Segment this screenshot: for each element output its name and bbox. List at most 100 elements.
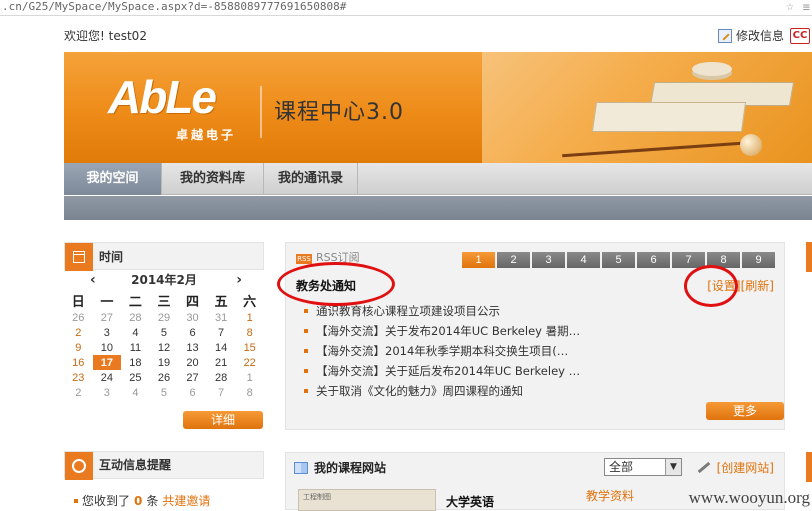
calendar-day[interactable]: 5 — [150, 325, 179, 340]
calendar-day[interactable]: 17 — [93, 355, 122, 370]
calendar-day[interactable]: 1 — [235, 370, 264, 385]
rss-label-text: RSS订阅 — [316, 251, 360, 264]
calendar-day[interactable]: 3 — [93, 325, 122, 340]
calendar-detail-button[interactable]: 详细 — [183, 411, 263, 429]
calendar-day[interactable]: 4 — [121, 325, 150, 340]
right-panel-edge — [806, 452, 812, 482]
rss-panel: RSSRSS订阅 123456789 教务处通知 [设置][刷新] 通识教育核心… — [285, 242, 785, 430]
rss-page-button[interactable]: 1 — [462, 252, 495, 268]
list-item[interactable]: 【海外交流】关于延后发布2014年UC Berkeley … — [304, 361, 580, 381]
banner-photo — [482, 52, 812, 164]
calendar-day[interactable]: 18 — [121, 355, 150, 370]
rss-page-button[interactable]: 7 — [672, 252, 705, 268]
settings-link[interactable]: [设置] — [707, 279, 740, 293]
rss-page-button[interactable]: 5 — [602, 252, 635, 268]
course-filter-select[interactable]: 全部 ▼ — [604, 458, 682, 476]
calendar-day[interactable]: 12 — [150, 340, 179, 355]
calendar-day[interactable]: 16 — [64, 355, 93, 370]
calendar-day[interactable]: 23 — [64, 370, 93, 385]
calendar-day[interactable]: 28 — [121, 310, 150, 325]
book-illustration — [592, 102, 746, 132]
calendar-day[interactable]: 7 — [207, 385, 236, 400]
calendar-icon — [73, 251, 85, 263]
list-item[interactable]: 【海外交流】关于发布2014年UC Berkeley 暑期… — [304, 321, 580, 341]
calendar-day[interactable]: 22 — [235, 355, 264, 370]
more-button[interactable]: 更多 — [706, 402, 784, 420]
invite-link[interactable]: 共建邀请 — [162, 494, 210, 508]
address-bar[interactable]: .cn/G25/MySpace/MySpace.aspx?d=-85880897… — [0, 0, 812, 16]
calendar-day[interactable]: 27 — [178, 370, 207, 385]
calendar-day[interactable]: 13 — [178, 340, 207, 355]
calendar-day[interactable]: 29 — [150, 310, 179, 325]
tab-my-library[interactable]: 我的资料库 — [162, 163, 264, 195]
course-thumbnail[interactable]: 工程制图 — [298, 489, 436, 511]
materials-link[interactable]: 教学资料 — [586, 487, 634, 504]
calendar-day[interactable]: 8 — [235, 325, 264, 340]
calendar-day[interactable]: 6 — [178, 385, 207, 400]
course-name[interactable]: 大学英语 — [446, 493, 494, 510]
calendar-day[interactable]: 4 — [121, 385, 150, 400]
rss-page-button[interactable]: 4 — [567, 252, 600, 268]
course-filter-value: 全部 — [609, 460, 633, 474]
rss-section-title: 教务处通知 — [296, 277, 356, 294]
calendar-day[interactable]: 11 — [121, 340, 150, 355]
calendar-day[interactable]: 1 — [235, 310, 264, 325]
list-item[interactable]: 【海外交流】2014年秋季学期本科交换生项目(… — [304, 341, 580, 361]
rss-page-button[interactable]: 2 — [497, 252, 530, 268]
tab-my-space[interactable]: 我的空间 — [64, 163, 162, 195]
prev-month-button[interactable]: ‹ — [90, 270, 96, 290]
calendar-day[interactable]: 15 — [235, 340, 264, 355]
next-month-button[interactable]: › — [236, 270, 242, 290]
menu-icon[interactable]: ≡ — [803, 0, 810, 14]
bullet — [74, 499, 78, 503]
create-site-label: [创建网站] — [717, 461, 774, 475]
calendar-day[interactable]: 26 — [64, 310, 93, 325]
chevron-down-icon[interactable]: ▼ — [665, 459, 681, 475]
calendar-day[interactable]: 25 — [121, 370, 150, 385]
calendar-day[interactable]: 28 — [207, 370, 236, 385]
edit-profile-link[interactable]: 修改信息 — [718, 22, 784, 50]
calendar-day[interactable]: 10 — [93, 340, 122, 355]
cc-icon[interactable]: CC — [790, 28, 810, 44]
pen-illustration — [562, 142, 742, 158]
weekday-header: 六 — [235, 290, 264, 310]
create-site-link[interactable]: [创建网站] — [697, 459, 774, 476]
rss-page-button[interactable]: 3 — [532, 252, 565, 268]
calendar-day[interactable]: 14 — [207, 340, 236, 355]
calendar-day[interactable]: 2 — [64, 325, 93, 340]
reminder-count: 0 — [134, 494, 142, 508]
url-text: .cn/G25/MySpace/MySpace.aspx?d=-85880897… — [2, 0, 346, 13]
rss-page-button[interactable]: 9 — [742, 252, 775, 268]
calendar-day[interactable]: 2 — [64, 385, 93, 400]
calendar-month-label: 2014年2月 — [131, 273, 197, 287]
calendar-day[interactable]: 3 — [93, 385, 122, 400]
calendar-day[interactable]: 24 — [93, 370, 122, 385]
weekday-header: 五 — [207, 290, 236, 310]
calendar-day[interactable]: 19 — [150, 355, 179, 370]
calendar-day[interactable]: 30 — [178, 310, 207, 325]
list-item[interactable]: 通识教育核心课程立项建设项目公示 — [304, 301, 580, 321]
reminder-prefix: 您收到了 — [82, 494, 130, 508]
calendar-week: 2345678 — [64, 325, 264, 340]
rss-page-button[interactable]: 6 — [637, 252, 670, 268]
tab-my-contacts[interactable]: 我的通讯录 — [264, 163, 358, 195]
site-title: 课程中心3.0 — [274, 94, 404, 126]
calendar-day[interactable]: 9 — [64, 340, 93, 355]
calendar-day[interactable]: 31 — [207, 310, 236, 325]
rss-page-button[interactable]: 8 — [707, 252, 740, 268]
calendar: ‹ 2014年2月 › 日 一 二 三 四 五 六 26272829303112… — [64, 270, 264, 400]
calendar-day[interactable]: 21 — [207, 355, 236, 370]
refresh-link[interactable]: [刷新] — [741, 279, 774, 293]
clock-icon — [72, 459, 86, 473]
list-item[interactable]: 关于取消《文化的魅力》周四课程的通知 — [304, 381, 580, 401]
calendar-day[interactable]: 26 — [150, 370, 179, 385]
calendar-tile — [65, 243, 93, 271]
star-icon[interactable]: ☆ — [786, 0, 794, 14]
calendar-day[interactable]: 20 — [178, 355, 207, 370]
calendar-day[interactable]: 6 — [178, 325, 207, 340]
calendar-day[interactable]: 5 — [150, 385, 179, 400]
calendar-day[interactable]: 27 — [93, 310, 122, 325]
calendar-day[interactable]: 7 — [207, 325, 236, 340]
courses-header: 我的课程网站 — [294, 459, 386, 476]
calendar-day[interactable]: 8 — [235, 385, 264, 400]
